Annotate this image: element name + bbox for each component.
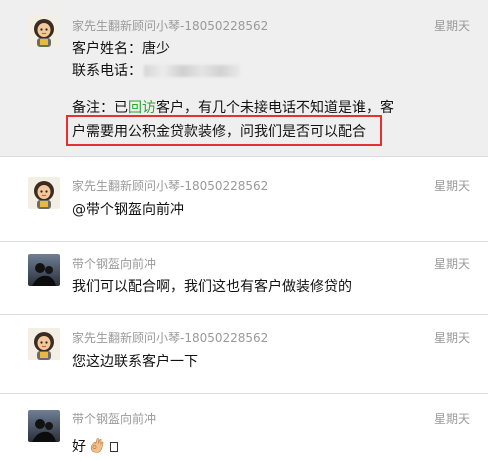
chat-message-1[interactable]: 家先生翻新顾问小琴-18050228562 星期天 客户姓名：唐少 联系电话： … [0, 0, 488, 157]
chat-message-2[interactable]: 家先生翻新顾问小琴-18050228562 星期天 @带个钢盔向前冲 [0, 157, 488, 242]
cartoon-girl-avatar-icon[interactable] [28, 177, 60, 209]
ok-hand-emoji-icon [88, 436, 106, 454]
cartoon-girl-avatar-icon[interactable] [28, 15, 60, 47]
sender-name: 家先生翻新顾问小琴-18050228562 [72, 179, 269, 193]
phone-line: 联系电话： [72, 60, 240, 80]
sender-name: 带个钢盔向前冲 [72, 257, 157, 271]
message-time: 星期天 [433, 412, 470, 426]
message-text-line: 好 [72, 436, 118, 456]
message-time: 星期天 [433, 179, 470, 193]
message-text: 好 [72, 439, 86, 455]
sender-name: 家先生翻新顾问小琴-18050228562 [72, 19, 269, 33]
chat-message-4[interactable]: 家先生翻新顾问小琴-18050228562 星期天 您这边联系客户一下 [0, 315, 488, 394]
message-time: 星期天 [433, 257, 470, 271]
sender-name: 家先生翻新顾问小琴-18050228562 [72, 331, 269, 345]
note-line-1: 备注：已回访客户，有几个未接电话不知道是谁，客 [72, 97, 394, 117]
message-time: 星期天 [433, 331, 470, 345]
sender-name: 带个钢盔向前冲 [72, 412, 157, 426]
silhouette-photo-avatar-icon[interactable] [28, 254, 60, 286]
red-highlight-box [66, 115, 382, 146]
cartoon-girl-avatar-icon[interactable] [28, 328, 60, 360]
message-text: 我们可以配合啊，我们这也有客户做装修贷的 [72, 279, 352, 295]
message-text: 您这边联系客户一下 [72, 354, 198, 370]
chat-feed: 家先生翻新顾问小琴-18050228562 星期天 客户姓名：唐少 联系电话： … [0, 0, 488, 461]
note-prefix: 备注：已 [72, 100, 128, 116]
phone-label: 联系电话： [72, 63, 142, 79]
customer-name-line: 客户姓名：唐少 [72, 41, 170, 57]
note-revisit-highlight: 回访 [128, 100, 156, 116]
message-time: 星期天 [433, 19, 470, 33]
message-text: @带个钢盔向前冲 [72, 202, 184, 218]
redacted-phone [144, 65, 240, 77]
chat-message-5[interactable]: 带个钢盔向前冲 星期天 好 [0, 394, 488, 461]
note-rest: 客户，有几个未接电话不知道是谁，客 [156, 100, 394, 116]
silhouette-photo-avatar-icon[interactable] [28, 410, 60, 442]
chat-message-3[interactable]: 带个钢盔向前冲 星期天 我们可以配合啊，我们这也有客户做装修贷的 [0, 242, 488, 315]
missing-glyph-box [110, 442, 118, 452]
